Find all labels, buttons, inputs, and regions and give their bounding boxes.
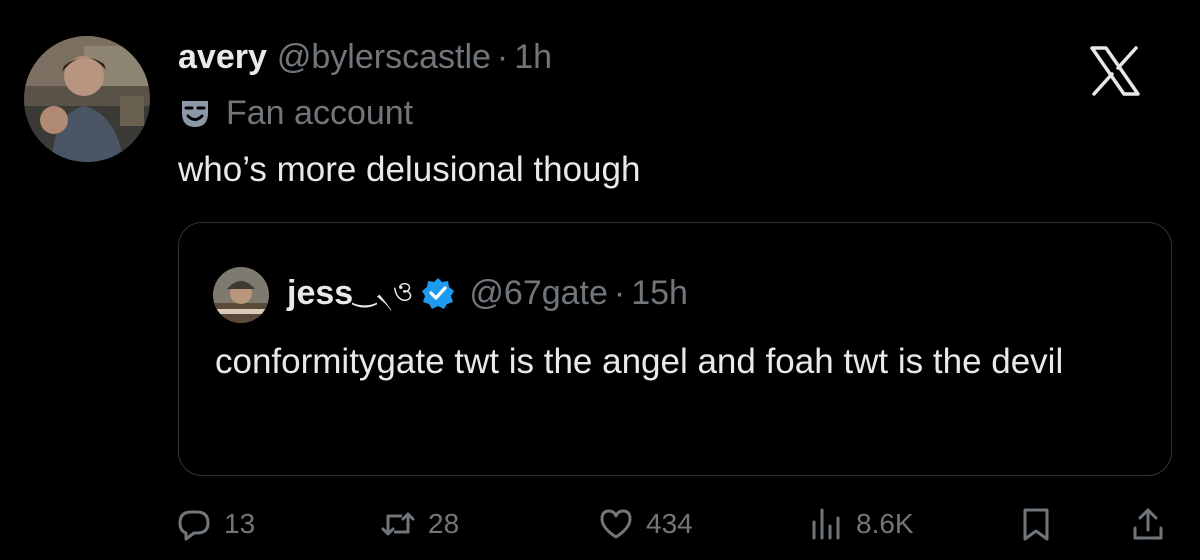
quoted-post[interactable]: jess ‿৲ও @67gate · 15h conformitygate tw… (178, 222, 1172, 476)
like-button[interactable]: 434 (598, 500, 693, 548)
repost-icon (381, 512, 415, 536)
like-count: 434 (646, 508, 693, 539)
account-label-text: Fan account (226, 93, 414, 132)
reply-button[interactable]: 13 (176, 500, 255, 548)
quoted-author-name[interactable]: jess (287, 274, 353, 313)
x-logo-icon[interactable] (1088, 44, 1142, 98)
quoted-name-decoration: ‿৲ও (353, 275, 414, 307)
reply-count: 13 (224, 508, 256, 539)
account-label: Fan account (178, 92, 413, 134)
quoted-author-handle[interactable]: @67gate (469, 274, 608, 313)
quoted-separator: · (613, 273, 626, 312)
theater-mask-icon (182, 101, 208, 127)
verified-badge-icon (422, 278, 455, 309)
repost-button[interactable]: 28 (380, 500, 459, 548)
repost-count: 28 (428, 508, 460, 539)
share-icon (1133, 508, 1163, 540)
quoted-timestamp[interactable]: 15h (631, 274, 688, 313)
author-name[interactable]: avery (178, 38, 267, 77)
views-button[interactable]: 8.6K (808, 500, 914, 548)
post-header: avery @bylerscastle · 1h (178, 38, 552, 80)
quoted-text: conformitygate twt is the angel and foah… (215, 342, 1064, 381)
tweet[interactable]: avery @bylerscastle · 1h Fan account who… (0, 0, 1200, 560)
bookmark-icon (1023, 508, 1049, 541)
view-count: 8.6K (856, 508, 914, 539)
share-button[interactable] (1130, 500, 1166, 548)
quoted-header: jess ‿৲ও @67gate · 15h (287, 267, 688, 319)
heart-icon (600, 509, 632, 539)
quoted-avatar[interactable] (213, 267, 269, 323)
timestamp[interactable]: 1h (514, 38, 552, 77)
action-bar: 13 28 434 8.6K (0, 500, 1200, 548)
views-icon (812, 508, 840, 540)
post-text: who’s more delusional though (178, 150, 641, 189)
reply-icon (178, 510, 210, 541)
avatar[interactable] (24, 36, 150, 162)
separator: · (496, 38, 509, 76)
author-handle[interactable]: @bylerscastle (277, 38, 491, 77)
bookmark-button[interactable] (1018, 500, 1054, 548)
